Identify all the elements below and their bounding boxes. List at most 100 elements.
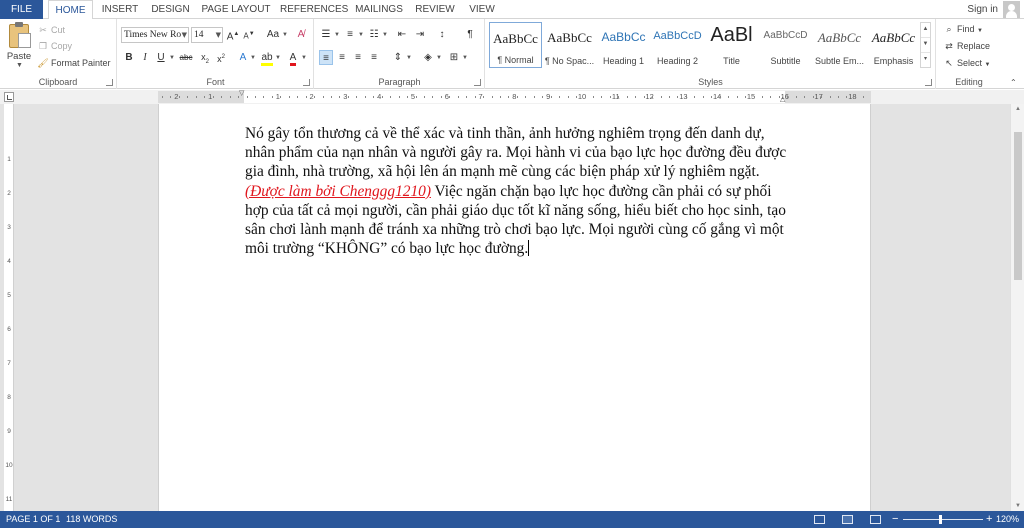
align-right-icon[interactable]: ≡ bbox=[351, 50, 365, 65]
dialog-launcher-icon[interactable] bbox=[474, 79, 481, 86]
find-button[interactable]: ⌕ Find ▼ bbox=[943, 22, 983, 37]
more-icon[interactable]: ▾ bbox=[921, 53, 930, 68]
document-body[interactable]: Nó gây tổn thương cả về thể xác và tinh … bbox=[245, 124, 790, 258]
style-normal[interactable]: AaBbCc ¶ Normal bbox=[489, 22, 542, 68]
superscript-button[interactable]: x2 bbox=[214, 50, 228, 65]
format-painter-button[interactable]: 🖌 Format Painter bbox=[37, 56, 111, 71]
style-no-spacing[interactable]: AaBbCc ¶ No Spac... bbox=[543, 22, 596, 68]
find-label: Find bbox=[957, 24, 975, 34]
shrink-font-button[interactable]: A▼ bbox=[242, 27, 256, 42]
line-spacing-icon[interactable]: ⇕ bbox=[391, 50, 405, 65]
zoom-out-icon[interactable]: − bbox=[892, 511, 898, 528]
tab-home[interactable]: HOME bbox=[48, 0, 93, 20]
ruler-tick bbox=[821, 96, 823, 98]
select-label: Select bbox=[957, 58, 983, 68]
pilcrow-icon[interactable]: ¶ bbox=[463, 27, 477, 42]
style-heading-1[interactable]: AaBbCc Heading 1 bbox=[597, 22, 650, 68]
paste-button[interactable]: Paste ▼ bbox=[4, 22, 34, 70]
font-name-combo[interactable]: Times New Ro ▼ bbox=[121, 27, 189, 43]
scroll-down-icon[interactable]: ▼ bbox=[1011, 503, 1024, 509]
dialog-launcher-icon[interactable] bbox=[106, 79, 113, 86]
zoom-level[interactable]: 120% bbox=[996, 511, 1019, 528]
horizontal-ruler-area: 2 1 1 2 3 4 5 6 7 8 9 10 11 12 13 14 15 16 17 18 ▽ △ bbox=[0, 90, 1024, 104]
vertical-ruler[interactable]: 1 2 3 4 5 6 7 8 9 10 11 bbox=[4, 104, 14, 511]
zoom-slider-thumb[interactable] bbox=[939, 515, 942, 524]
numbering-icon[interactable]: ≡ bbox=[343, 27, 357, 42]
tab-file[interactable]: FILE bbox=[0, 0, 43, 19]
horizontal-ruler[interactable]: 2 1 1 2 3 4 5 6 7 8 9 10 11 12 13 14 15 16 17 18 ▽ △ bbox=[158, 90, 871, 103]
cut-button[interactable]: ✂ Cut bbox=[37, 23, 65, 38]
bold-button[interactable]: B bbox=[122, 50, 136, 65]
chevron-down-icon: ▼ bbox=[358, 32, 364, 38]
tab-view[interactable]: VIEW bbox=[464, 0, 500, 19]
clear-formatting-icon[interactable]: A̸ bbox=[294, 27, 308, 42]
font-color-button[interactable]: A bbox=[286, 50, 300, 66]
strikethrough-button[interactable]: abc bbox=[178, 50, 194, 65]
align-left-icon[interactable]: ≡ bbox=[319, 50, 333, 65]
styles-gallery-scroll[interactable]: ▲ ▼ ▾ bbox=[920, 22, 931, 68]
vertical-scrollbar[interactable]: ▲ ▼ bbox=[1010, 104, 1024, 511]
sort-icon[interactable]: ↕ bbox=[435, 27, 449, 42]
dialog-launcher-icon[interactable] bbox=[925, 79, 932, 86]
tab-review[interactable]: REVIEW bbox=[414, 0, 456, 19]
read-mode-icon[interactable] bbox=[814, 515, 825, 524]
document-page[interactable]: Nó gây tổn thương cả về thể xác và tinh … bbox=[158, 104, 871, 511]
highlight-color-button[interactable]: ab bbox=[260, 50, 274, 66]
select-button[interactable]: ↖ Select ▼ bbox=[943, 56, 990, 71]
justify-icon[interactable]: ≡ bbox=[367, 50, 381, 65]
ruler-tick bbox=[440, 96, 442, 98]
web-layout-icon[interactable] bbox=[870, 515, 881, 524]
ruler-tick bbox=[533, 96, 535, 98]
ruler-tick bbox=[347, 96, 349, 98]
chevron-down-icon[interactable]: ▼ bbox=[921, 38, 930, 53]
bullets-icon[interactable]: ☰ bbox=[319, 27, 333, 42]
change-case-button[interactable]: Aa bbox=[264, 27, 282, 42]
sign-in-link[interactable]: Sign in bbox=[967, 0, 998, 19]
tab-insert[interactable]: INSERT bbox=[98, 0, 142, 19]
ruler-tick bbox=[415, 96, 417, 98]
increase-indent-icon[interactable]: ⇥ bbox=[413, 27, 427, 42]
format-painter-label: Format Painter bbox=[51, 58, 111, 68]
multilevel-list-icon[interactable]: ☷ bbox=[367, 27, 381, 42]
borders-icon[interactable]: ⊞ bbox=[447, 50, 461, 65]
text-effects-icon[interactable]: A bbox=[236, 50, 250, 65]
chevron-up-icon[interactable]: ▲ bbox=[921, 23, 930, 38]
style-subtitle[interactable]: AaBbCcD Subtitle bbox=[759, 22, 812, 68]
style-name: ¶ No Spac... bbox=[544, 56, 595, 66]
ruler-tick bbox=[390, 96, 392, 98]
tab-references[interactable]: REFERENCES bbox=[280, 0, 348, 19]
copy-button[interactable]: ❐ Copy bbox=[37, 39, 72, 54]
scrollbar-thumb[interactable] bbox=[1014, 132, 1022, 280]
word-count[interactable]: 118 WORDS bbox=[66, 511, 117, 528]
shading-icon[interactable]: ◈ bbox=[421, 50, 435, 65]
subscript-button[interactable]: x2 bbox=[198, 50, 212, 65]
page-count[interactable]: PAGE 1 OF 1 bbox=[6, 511, 60, 528]
style-subtle-emphasis[interactable]: AaBbCc Subtle Em... bbox=[813, 22, 866, 68]
grow-font-button[interactable]: A▲ bbox=[226, 27, 240, 42]
style-heading-2[interactable]: AaBbCcD Heading 2 bbox=[651, 22, 704, 68]
style-title[interactable]: AaBl Title bbox=[705, 22, 758, 68]
first-line-indent-marker[interactable]: ▽ bbox=[239, 90, 244, 97]
replace-button[interactable]: ⇄ Replace bbox=[943, 39, 990, 54]
underline-button[interactable]: U bbox=[154, 50, 168, 65]
style-emphasis[interactable]: AaBbCc Emphasis bbox=[867, 22, 920, 68]
right-indent-marker[interactable]: △ bbox=[780, 96, 785, 103]
align-center-icon[interactable]: ≡ bbox=[335, 50, 349, 65]
editing-group-label: Editing bbox=[955, 77, 983, 87]
collapse-ribbon-icon[interactable]: ⌃ bbox=[1010, 75, 1017, 90]
scroll-up-icon[interactable]: ▲ bbox=[1011, 106, 1024, 112]
decrease-indent-icon[interactable]: ⇤ bbox=[395, 27, 409, 42]
font-size-combo[interactable]: 14 ▼ bbox=[191, 27, 223, 43]
italic-button[interactable]: I bbox=[138, 50, 152, 65]
tab-page-layout[interactable]: PAGE LAYOUT bbox=[200, 0, 272, 19]
tab-design[interactable]: DESIGN bbox=[148, 0, 193, 19]
print-layout-icon[interactable] bbox=[842, 515, 853, 524]
zoom-slider[interactable] bbox=[903, 519, 983, 520]
zoom-in-icon[interactable]: + bbox=[986, 511, 992, 528]
dialog-launcher-icon[interactable] bbox=[303, 79, 310, 86]
ruler-tick bbox=[449, 96, 451, 98]
tab-mailings[interactable]: MAILINGS bbox=[352, 0, 406, 19]
style-preview: AaBbCc bbox=[547, 30, 592, 45]
user-avatar-icon[interactable] bbox=[1003, 1, 1020, 18]
tab-selector-icon[interactable] bbox=[4, 92, 14, 102]
